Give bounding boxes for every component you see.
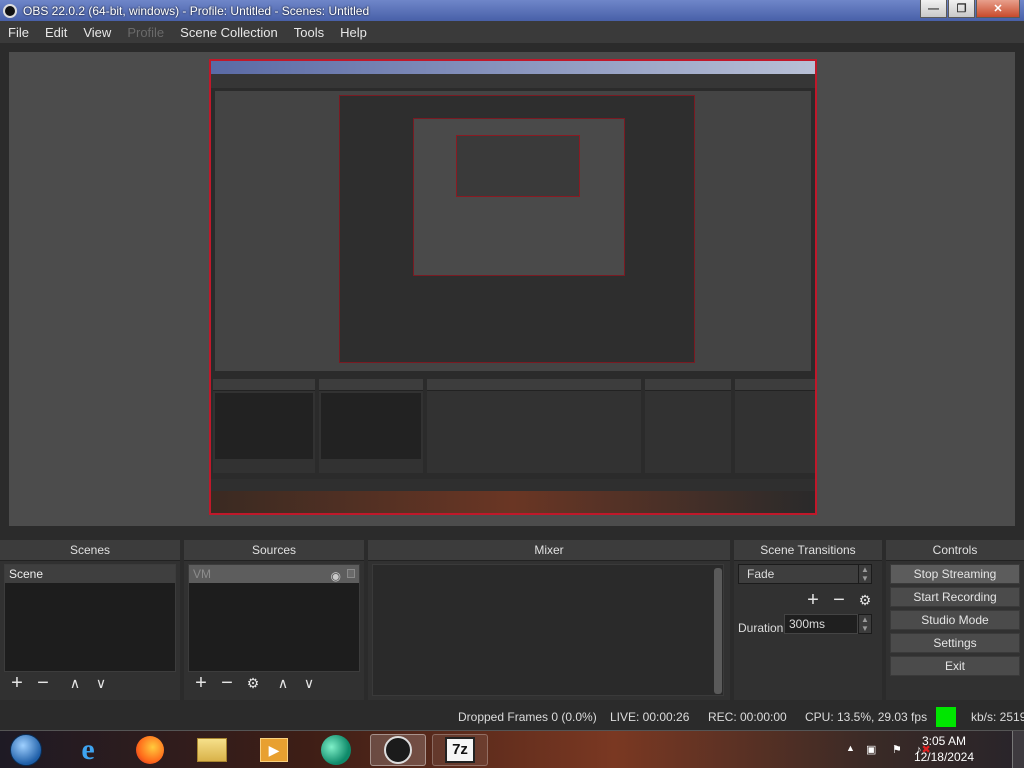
studio-mode-button[interactable]: Studio Mode bbox=[890, 610, 1020, 630]
nested-preview-level3 bbox=[413, 118, 625, 276]
start-recording-button[interactable]: Start Recording bbox=[890, 587, 1020, 607]
lock-icon[interactable] bbox=[347, 569, 355, 578]
nested-transitions-dock bbox=[645, 379, 731, 473]
mixer-dock: Mixer bbox=[368, 540, 730, 700]
menu-help[interactable]: Help bbox=[332, 25, 375, 40]
remove-scene-button[interactable]: − bbox=[30, 673, 56, 695]
nested-preview-level2 bbox=[339, 95, 695, 363]
transitions-dock-title: Scene Transitions bbox=[734, 540, 882, 561]
nested-controls-dock bbox=[735, 379, 815, 473]
cpu-status: CPU: 13.5%, 29.03 fps bbox=[805, 710, 928, 724]
preview-area[interactable] bbox=[9, 52, 1015, 526]
sources-toolbar: + − ⚙ ∧ ∨ bbox=[188, 672, 322, 696]
obs-icon[interactable] bbox=[370, 734, 426, 766]
transition-select-arrows[interactable]: ▲ ▼ bbox=[858, 564, 872, 584]
menu-profile[interactable]: Profile bbox=[119, 25, 172, 40]
add-scene-button[interactable]: + bbox=[4, 673, 30, 695]
menu-scene-collection[interactable]: Scene Collection bbox=[172, 25, 286, 40]
taskbar: e ▶ 7z ▲ ▣ ⚑ ♪✖ 3:05 AM 12/18/2024 bbox=[0, 730, 1024, 768]
status-bar: Dropped Frames 0 (0.0%) LIVE: 00:00:26 R… bbox=[0, 704, 1024, 730]
transitions-dock: Scene Transitions Fade ▲ ▼ + − ⚙ Duration… bbox=[734, 540, 882, 700]
window-title: OBS 22.0.2 (64-bit, windows) - Profile: … bbox=[23, 3, 370, 18]
remove-transition-button[interactable]: − bbox=[826, 590, 852, 612]
source-name: VM bbox=[193, 567, 211, 581]
live-status: LIVE: 00:00:26 bbox=[610, 710, 690, 724]
clock-time: 3:05 AM bbox=[921, 734, 966, 748]
windows-start-icon[interactable] bbox=[6, 734, 46, 766]
sources-dock-title: Sources bbox=[184, 540, 364, 561]
nested-docks bbox=[211, 375, 815, 479]
nested-menu-bar bbox=[211, 74, 815, 88]
move-scene-up-button[interactable]: ∧ bbox=[62, 673, 88, 695]
nested-preview-level4 bbox=[456, 135, 580, 197]
mixer-panel bbox=[372, 564, 724, 696]
stop-streaming-button[interactable]: Stop Streaming bbox=[890, 564, 1020, 584]
window-controls: — ❐ ✕ bbox=[919, 0, 1020, 18]
obs-app-icon bbox=[3, 3, 17, 18]
gear-icon[interactable]: ⚙ bbox=[240, 673, 266, 695]
move-source-down-button[interactable]: ∨ bbox=[296, 673, 322, 695]
nested-taskbar bbox=[211, 491, 815, 513]
preview-display[interactable] bbox=[209, 59, 817, 515]
network-icon[interactable]: ▣ bbox=[866, 743, 876, 756]
mixer-scrollbar[interactable] bbox=[714, 568, 722, 694]
exit-button[interactable]: Exit bbox=[890, 656, 1020, 676]
media-player-icon[interactable]: ▶ bbox=[258, 734, 290, 766]
nested-scenes-dock bbox=[213, 379, 315, 473]
add-source-button[interactable]: + bbox=[188, 673, 214, 695]
edge-icon[interactable] bbox=[320, 734, 352, 766]
sources-dock: Sources VM ◉ + − ⚙ ∧ ∨ bbox=[184, 540, 364, 700]
transition-toolbar: + − ⚙ bbox=[800, 590, 878, 612]
show-desktop-button[interactable] bbox=[1012, 731, 1024, 768]
sources-list[interactable]: VM ◉ bbox=[188, 564, 360, 672]
bitrate-status: kb/s: 2519 bbox=[971, 710, 1024, 724]
stream-health-indicator bbox=[936, 707, 956, 727]
scenes-dock-title: Scenes bbox=[0, 540, 180, 561]
controls-dock: Controls Stop Streaming Start Recording … bbox=[886, 540, 1024, 700]
tray-overflow-arrow[interactable]: ▲ bbox=[846, 743, 855, 753]
duration-input[interactable]: 300ms bbox=[784, 614, 858, 634]
nested-title-bar bbox=[211, 61, 815, 74]
menu-view[interactable]: View bbox=[75, 25, 119, 40]
remove-source-button[interactable]: − bbox=[214, 673, 240, 695]
mixer-dock-title: Mixer bbox=[368, 540, 730, 561]
scene-list-item[interactable]: Scene bbox=[5, 565, 175, 583]
move-source-up-button[interactable]: ∧ bbox=[270, 673, 296, 695]
move-scene-down-button[interactable]: ∨ bbox=[88, 673, 114, 695]
nested-preview bbox=[215, 91, 811, 371]
clock-date: 12/18/2024 bbox=[913, 750, 974, 764]
transition-select[interactable]: Fade bbox=[738, 564, 872, 584]
duration-label: Duration bbox=[738, 621, 784, 635]
add-transition-button[interactable]: + bbox=[800, 590, 826, 612]
transition-settings-gear-icon[interactable]: ⚙ bbox=[852, 590, 878, 612]
dropped-frames-status: Dropped Frames 0 (0.0%) bbox=[458, 710, 597, 724]
close-button[interactable]: ✕ bbox=[976, 0, 1020, 18]
rec-status: REC: 00:00:00 bbox=[708, 710, 787, 724]
eye-icon[interactable]: ◉ bbox=[331, 567, 341, 585]
scenes-list[interactable]: Scene bbox=[4, 564, 176, 672]
internet-explorer-icon[interactable]: e bbox=[72, 733, 104, 766]
nested-sources-dock bbox=[319, 379, 423, 473]
scenes-toolbar: + − ∧ ∨ bbox=[4, 672, 114, 696]
menu-tools[interactable]: Tools bbox=[286, 25, 332, 40]
maximize-button[interactable]: ❐ bbox=[948, 0, 975, 18]
duration-spinner[interactable]: ▲ ▼ bbox=[858, 614, 872, 634]
flag-icon[interactable]: ⚑ bbox=[892, 743, 902, 756]
scenes-dock: Scenes Scene + − ∧ ∨ bbox=[0, 540, 180, 700]
clock[interactable]: 3:05 AM 12/18/2024 bbox=[914, 733, 974, 765]
menu-edit[interactable]: Edit bbox=[37, 25, 75, 40]
minimize-button[interactable]: — bbox=[920, 0, 947, 18]
firefox-icon[interactable] bbox=[134, 734, 166, 766]
file-explorer-icon[interactable] bbox=[196, 734, 228, 766]
controls-dock-title: Controls bbox=[886, 540, 1024, 561]
menu-bar: File Edit View Profile Scene Collection … bbox=[0, 21, 1024, 43]
nested-mixer-dock bbox=[427, 379, 641, 473]
source-list-item[interactable]: VM ◉ bbox=[189, 565, 359, 583]
7zip-icon[interactable]: 7z bbox=[432, 734, 488, 766]
settings-button[interactable]: Settings bbox=[890, 633, 1020, 653]
title-bar: OBS 22.0.2 (64-bit, windows) - Profile: … bbox=[0, 0, 1024, 21]
menu-file[interactable]: File bbox=[0, 25, 37, 40]
